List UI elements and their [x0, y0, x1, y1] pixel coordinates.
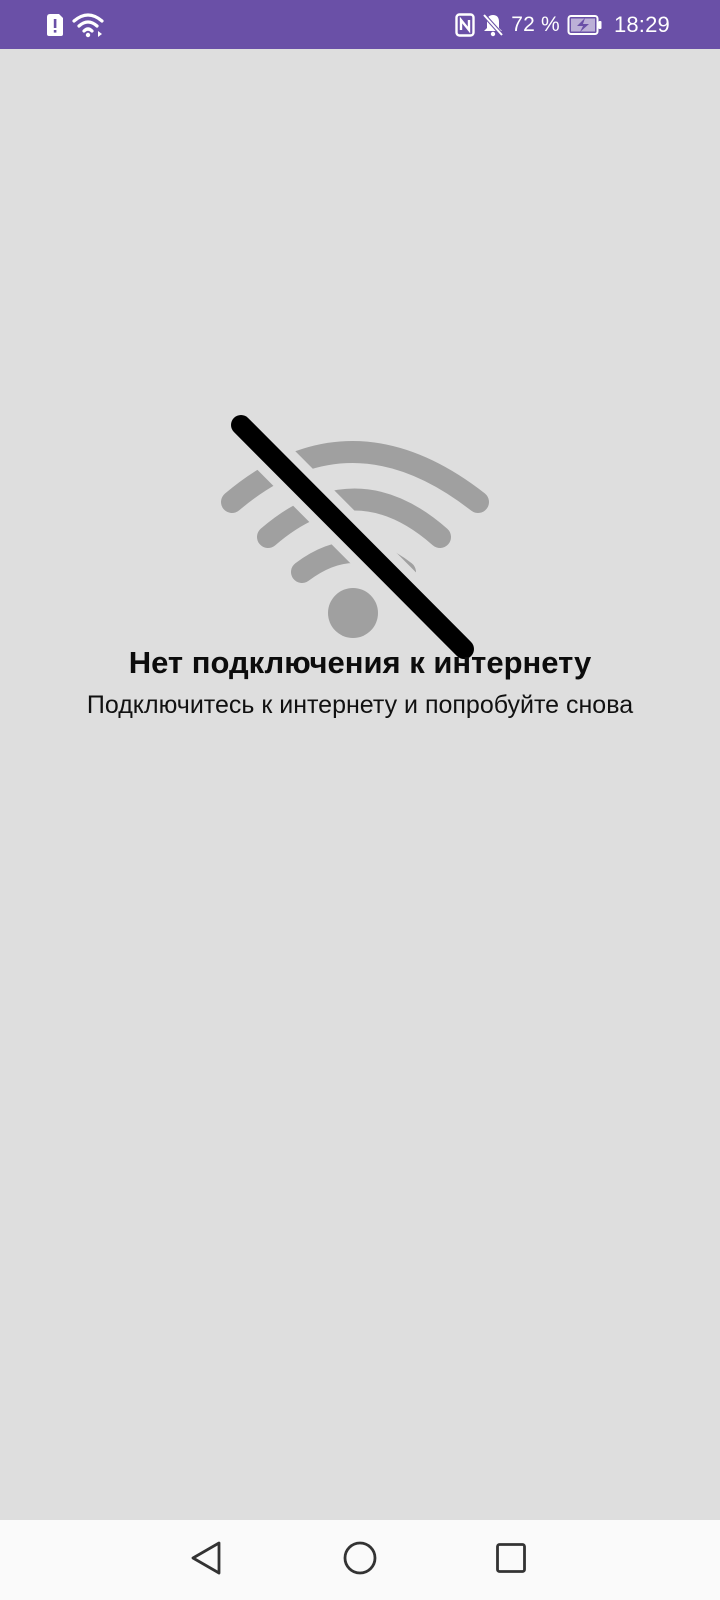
- error-subtitle: Подключитесь к интернету и попробуйте сн…: [86, 691, 634, 719]
- status-bar-left: [46, 10, 104, 40]
- navigation-bar: [0, 1520, 720, 1600]
- sim-alert-icon: [46, 13, 64, 37]
- wifi-icon: [72, 12, 104, 38]
- recents-button[interactable]: [489, 1538, 533, 1582]
- status-bar: 72 % 18:29: [0, 0, 720, 49]
- nfc-icon: [455, 13, 475, 37]
- battery-percent: 72 %: [511, 13, 560, 36]
- clock: 18:29: [613, 12, 670, 37]
- notifications-off-icon: [482, 13, 504, 37]
- error-title: Нет подключения к интернету: [128, 645, 592, 680]
- no-wifi-icon: [210, 367, 510, 677]
- status-bar-right: 72 % 18:29: [455, 10, 670, 40]
- back-icon: [189, 1540, 223, 1581]
- recents-icon: [495, 1542, 527, 1579]
- battery-charging-icon: [567, 14, 603, 36]
- no-connection-screen: Нет подключения к интернету Подключитесь…: [0, 49, 720, 1520]
- home-button[interactable]: [338, 1538, 382, 1582]
- back-button[interactable]: [184, 1538, 228, 1582]
- home-icon: [342, 1540, 378, 1581]
